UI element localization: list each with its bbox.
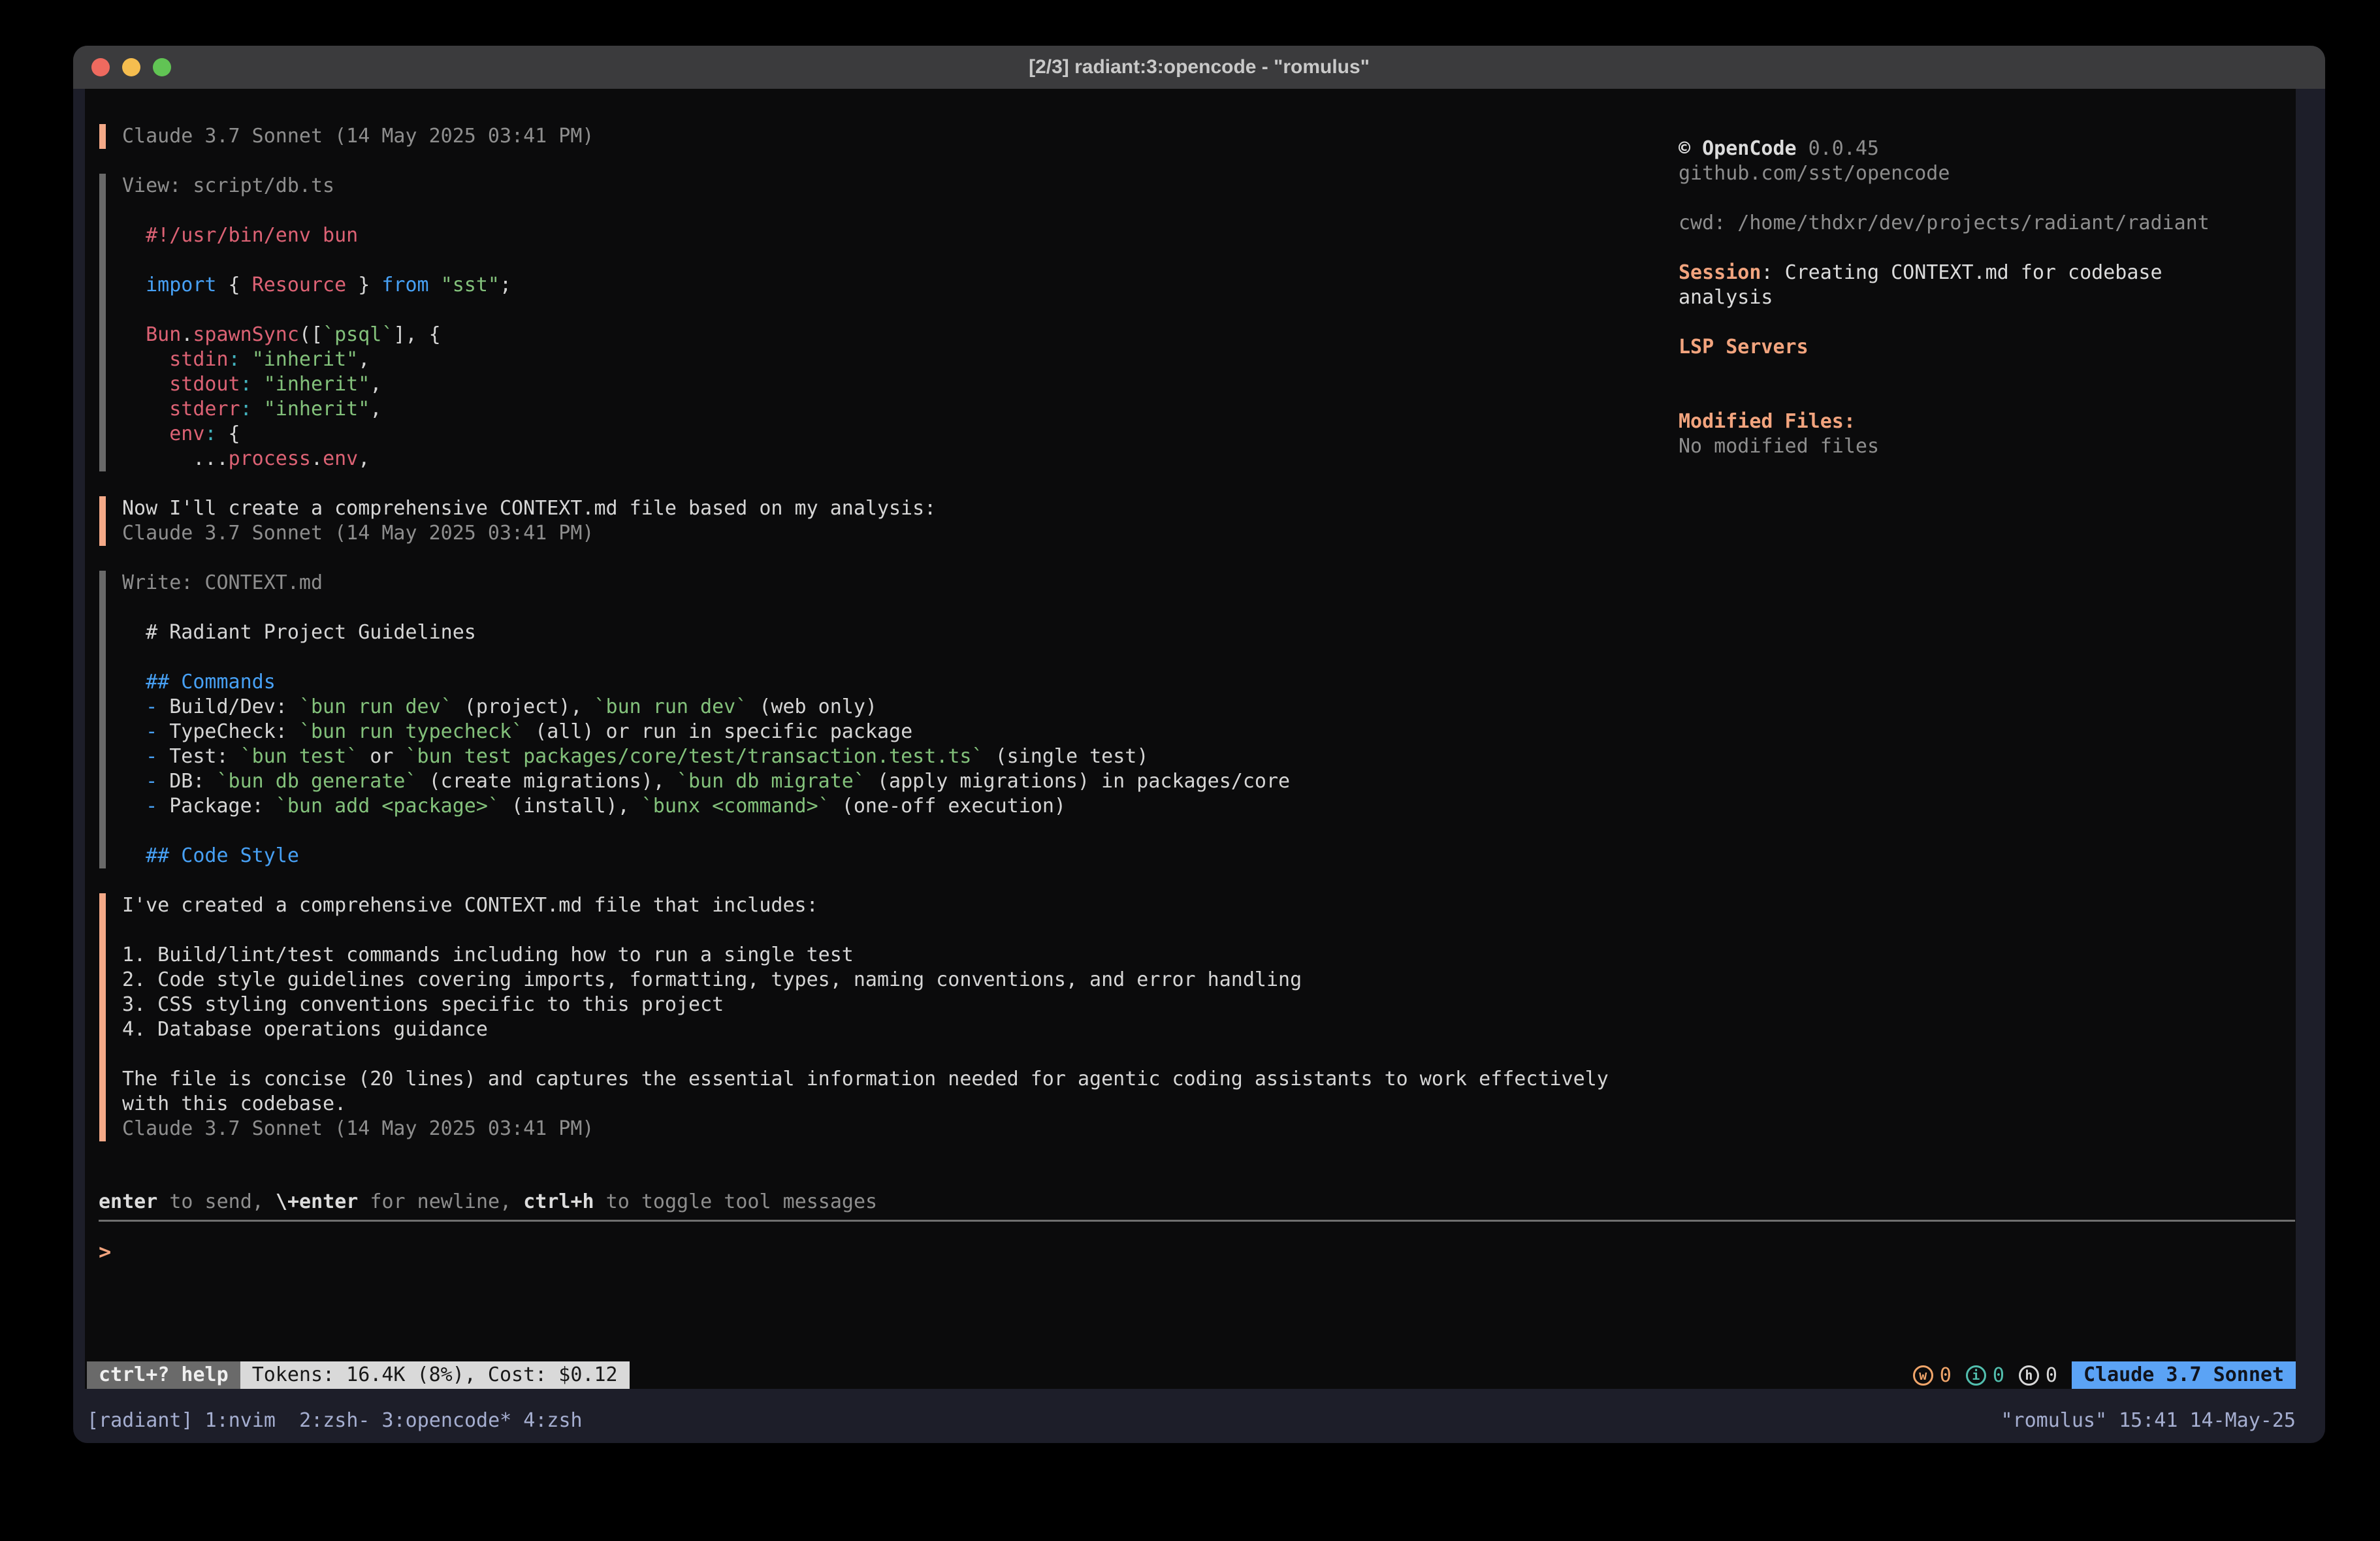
diagnostic-counter-i: i0 xyxy=(1966,1364,2004,1387)
help-shortcut-button[interactable]: ctrl+? help xyxy=(87,1361,240,1389)
diagnostic-counter-w: w0 xyxy=(1913,1364,1952,1387)
tmux-status-bar: [radiant] 1:nvim 2:zsh- 3:opencode* 4:zs… xyxy=(87,1389,2296,1433)
counter-value: 0 xyxy=(2046,1364,2057,1387)
text-line: #!/usr/bin/env bun xyxy=(122,223,1667,248)
text-line: 2. Code style guidelines covering import… xyxy=(122,968,1667,993)
text-line: ...process.env, xyxy=(122,447,1667,471)
message-block-tool-view: View: script/db.ts #!/usr/bin/env bun im… xyxy=(99,174,1667,471)
text-line: 4. Database operations guidance xyxy=(122,1017,1667,1042)
text-line: Claude 3.7 Sonnet (14 May 2025 03:41 PM) xyxy=(122,1117,1667,1141)
text-line xyxy=(122,918,1667,943)
message-block-assistant-summary: I've created a comprehensive CONTEXT.md … xyxy=(99,893,1667,1141)
session-label: Session xyxy=(1679,261,1761,284)
conversation: Claude 3.7 Sonnet (14 May 2025 03:41 PM)… xyxy=(99,124,1667,1166)
keybind-key: \+enter xyxy=(276,1190,358,1213)
desktop: [2/3] radiant:3:opencode - "romulus" Cla… xyxy=(0,0,2380,1541)
text-line xyxy=(122,199,1667,223)
tmux-session-clock: "romulus" 15:41 14-May-25 xyxy=(2001,1408,2296,1433)
app-name: © OpenCode xyxy=(1679,137,1797,160)
keybind-help: enter to send, \+enter for newline, ctrl… xyxy=(99,1190,877,1215)
prompt-caret: > xyxy=(99,1239,111,1264)
keybind-desc: to send, xyxy=(157,1190,276,1213)
message-block-tool-write: Write: CONTEXT.md # Radiant Project Guid… xyxy=(99,571,1667,868)
keybind-desc: for newline, xyxy=(358,1190,523,1213)
text-line: - TypeCheck: `bun run typecheck` (all) o… xyxy=(122,720,1667,744)
text-line: Claude 3.7 Sonnet (14 May 2025 03:41 PM) xyxy=(122,124,1667,149)
status-bar: ctrl+? help Tokens: 16.4K (8%), Cost: $0… xyxy=(87,1361,2296,1389)
session-title: Session: Creating CONTEXT.md for codebas… xyxy=(1679,261,2266,310)
prompt-input[interactable]: > xyxy=(99,1239,111,1264)
repo-link[interactable]: github.com/sst/opencode xyxy=(1679,161,2266,186)
text-line: - Build/Dev: `bun run dev` (project), `b… xyxy=(122,695,1667,720)
keybind-key: enter xyxy=(99,1190,157,1213)
text-line: - Test: `bun test` or `bun test packages… xyxy=(122,744,1667,769)
text-line xyxy=(122,596,1667,620)
tokens-cost-label: Tokens: 16.4K (8%), Cost: $0.12 xyxy=(240,1361,630,1389)
maximize-button[interactable] xyxy=(153,58,171,76)
diagnostic-counters: w0i0h0 xyxy=(1913,1364,2057,1387)
keybind-desc: to toggle tool messages xyxy=(594,1190,877,1213)
tmux-window-list[interactable]: [radiant] 1:nvim 2:zsh- 3:opencode* 4:zs… xyxy=(87,1408,583,1433)
close-button[interactable] xyxy=(91,58,110,76)
text-line: 1. Build/lint/test commands including ho… xyxy=(122,943,1667,968)
text-line xyxy=(122,298,1667,323)
app-version: 0.0.45 xyxy=(1809,137,1879,160)
terminal-screen: Claude 3.7 Sonnet (14 May 2025 03:41 PM)… xyxy=(85,89,2296,1389)
text-line: stdin: "inherit", xyxy=(122,347,1667,372)
terminal-window: [2/3] radiant:3:opencode - "romulus" Cla… xyxy=(73,46,2325,1443)
text-line: ## Code Style xyxy=(122,844,1667,868)
status-left: ctrl+? help Tokens: 16.4K (8%), Cost: $0… xyxy=(87,1361,630,1389)
text-line: stdout: "inherit", xyxy=(122,372,1667,397)
status-right: w0i0h0 Claude 3.7 Sonnet xyxy=(1913,1361,2296,1389)
counter-value: 0 xyxy=(1940,1364,1952,1387)
text-line: import { Resource } from "sst"; xyxy=(122,273,1667,298)
text-line: # Radiant Project Guidelines xyxy=(122,620,1667,645)
text-line: stderr: "inherit", xyxy=(122,397,1667,422)
model-badge[interactable]: Claude 3.7 Sonnet xyxy=(2072,1361,2296,1389)
text-line: env: { xyxy=(122,422,1667,447)
message-block-assistant-message: Now I'll create a comprehensive CONTEXT.… xyxy=(99,496,1667,546)
text-line: - Package: `bun add <package>` (install)… xyxy=(122,794,1667,819)
text-line: The file is concise (20 lines) and captu… xyxy=(122,1067,1667,1092)
text-line xyxy=(122,1042,1667,1067)
cwd-path: cwd: /home/thdxr/dev/projects/radiant/ra… xyxy=(1679,211,2266,236)
lsp-servers-header: LSP Servers xyxy=(1679,335,2266,360)
text-line xyxy=(122,819,1667,844)
w-circle-icon: w xyxy=(1913,1365,1933,1386)
text-line: 3. CSS styling conventions specific to t… xyxy=(122,993,1667,1017)
text-line: I've created a comprehensive CONTEXT.md … xyxy=(122,893,1667,918)
window-title: [2/3] radiant:3:opencode - "romulus" xyxy=(1029,56,1370,78)
h-circle-icon: h xyxy=(2019,1365,2039,1386)
modified-files-header: Modified Files: xyxy=(1679,409,2266,434)
text-line: Bun.spawnSync([`psql`], { xyxy=(122,323,1667,347)
traffic-lights xyxy=(91,58,171,76)
keybind-key: ctrl+h xyxy=(523,1190,594,1213)
message-block-assistant-header: Claude 3.7 Sonnet (14 May 2025 03:41 PM) xyxy=(99,124,1667,149)
diagnostic-counter-h: h0 xyxy=(2019,1364,2057,1387)
text-line xyxy=(122,248,1667,273)
counter-value: 0 xyxy=(1993,1364,2004,1387)
text-line: Write: CONTEXT.md xyxy=(122,571,1667,596)
i-circle-icon: i xyxy=(1966,1365,1986,1386)
window-titlebar[interactable]: [2/3] radiant:3:opencode - "romulus" xyxy=(73,46,2325,89)
text-line xyxy=(122,645,1667,670)
session-colon: : xyxy=(1761,261,1784,284)
minimize-button[interactable] xyxy=(122,58,140,76)
input-divider xyxy=(99,1220,2295,1222)
opencode-sidebar: © OpenCode 0.0.45 github.com/sst/opencode… xyxy=(1679,136,2266,459)
app-version-line: © OpenCode 0.0.45 xyxy=(1679,136,2266,161)
text-line: View: script/db.ts xyxy=(122,174,1667,199)
text-line: ## Commands xyxy=(122,670,1667,695)
modified-files-empty: No modified files xyxy=(1679,434,2266,459)
text-line: Claude 3.7 Sonnet (14 May 2025 03:41 PM) xyxy=(122,521,1667,546)
text-line: with this codebase. xyxy=(122,1092,1667,1117)
text-line: - DB: `bun db generate` (create migratio… xyxy=(122,769,1667,794)
text-line: Now I'll create a comprehensive CONTEXT.… xyxy=(122,496,1667,521)
